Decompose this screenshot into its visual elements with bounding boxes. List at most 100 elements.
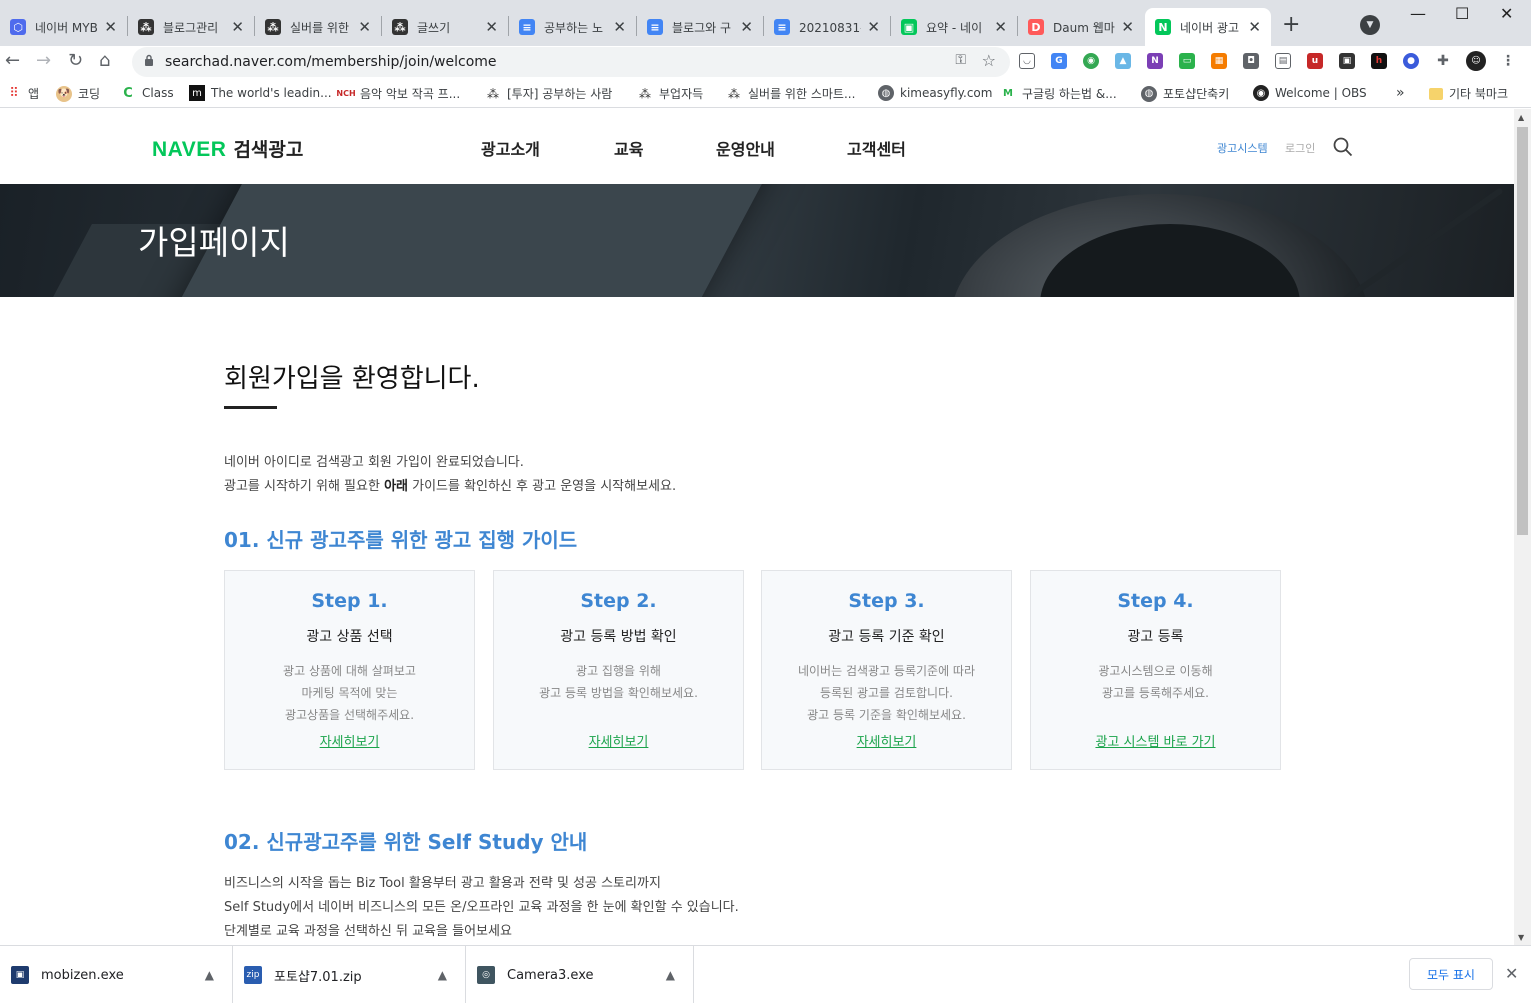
maximize-window-icon[interactable]: ☐ [1455,4,1469,23]
reload-icon[interactable]: ↻ [68,50,83,71]
google-translate-extension-icon[interactable]: G [1051,53,1067,69]
search-icon[interactable] [1333,137,1353,157]
other-bookmarks-folder[interactable]: 기타 북마크 [1429,85,1508,102]
url-text[interactable]: searchad.naver.com/membership/join/welco… [165,54,497,70]
ad-system-link[interactable]: 광고시스템 [1217,140,1268,156]
login-link[interactable]: 로그인 [1285,140,1315,156]
browser-tab[interactable]: ≡ 20210831온 ✕ [764,8,890,46]
nav-customer-center[interactable]: 고객센터 [847,136,906,160]
bookmark-item[interactable]: ◍ kimeasyfly.com [878,85,992,101]
bookmark-item[interactable]: ⁂ 부업자득 [637,85,703,102]
browser-tab[interactable]: ⬡ 네이버 MYB ✕ [0,8,127,46]
ublock-extension-icon[interactable]: u [1307,53,1323,69]
nav-ad-intro[interactable]: 광고소개 [481,136,540,160]
pocket-extension-icon[interactable]: ◡ [1019,53,1035,69]
home-icon[interactable]: ⌂ [99,50,110,71]
gray-square-extension-icon[interactable]: ◘ [1243,53,1259,69]
close-tab-icon[interactable]: ✕ [1121,18,1134,36]
profile-avatar[interactable]: ☺ [1466,51,1486,71]
step-2-details-link[interactable]: 자세히보기 [494,731,743,750]
nav-operation-guide[interactable]: 운영안내 [716,136,775,160]
bookmark-item[interactable]: ⁂ [투자] 공부하는 사람 [485,85,612,102]
close-tab-icon[interactable]: ✕ [485,18,498,36]
step-3-details-link[interactable]: 자세히보기 [762,731,1011,750]
close-tab-icon[interactable]: ✕ [231,18,244,36]
zip-icon: zip [244,966,262,984]
bookmark-item[interactable]: ⁂ 실버를 위한 스마트... [726,85,855,102]
close-tab-icon[interactable]: ✕ [994,18,1007,36]
password-key-icon[interactable]: ⚿ [955,52,966,68]
close-tab-icon[interactable]: ✕ [1248,18,1261,36]
bookmark-item[interactable]: ◍ 포토샵단축키 [1141,85,1229,102]
browser-tab[interactable]: ⁂ 블로그관리 ✕ [128,8,254,46]
bookmark-item[interactable]: ◉ Welcome | OBS [1253,85,1367,101]
step-number: Step 4. [1117,590,1194,612]
new-tab-plus-icon[interactable]: + [1282,12,1300,37]
close-tab-icon[interactable]: ✕ [740,18,753,36]
bookmark-item[interactable]: M 구글링 하는법 &... [1000,85,1117,102]
nch-logo-icon: NCH [336,89,356,98]
chrome-remote-extension-icon[interactable]: ◉ [1083,53,1099,69]
page-scrollbar[interactable]: ▲ ▼ [1514,109,1531,945]
browser-tab[interactable]: ≡ 공부하는 노 ✕ [509,8,636,46]
drive-extension-icon[interactable]: ▲ [1115,53,1131,69]
address-bar[interactable]: searchad.naver.com/membership/join/welco… [132,47,1010,77]
show-all-downloads-button[interactable]: 모두 표시 [1409,958,1493,990]
download-item[interactable]: ◎ Camera3.exe ▲ [466,946,694,1003]
step-1-details-link[interactable]: 자세히보기 [225,731,474,750]
browser-tab[interactable]: ▣ 요약 - 네이 ✕ [891,8,1017,46]
browser-tab[interactable]: ≡ 블로그와 구 ✕ [637,8,763,46]
close-tab-icon[interactable]: ✕ [867,18,880,36]
chevron-up-icon[interactable]: ▲ [205,968,214,982]
back-arrow-icon[interactable]: ← [5,50,20,71]
browser-tab-active[interactable]: N 네이버 광고 ✕ [1145,8,1271,46]
chrome-menu-icon[interactable]: ⋮ [1500,53,1516,69]
browser-tab[interactable]: D Daum 웹마 ✕ [1018,8,1144,46]
naver-logo-text: NAVER [152,138,227,161]
bookmark-item[interactable]: m The world's leadin... [189,85,332,101]
close-tab-icon[interactable]: ✕ [104,18,117,36]
red-h-extension-icon[interactable]: h [1371,53,1387,69]
close-download-shelf-icon[interactable]: ✕ [1505,964,1518,983]
download-item[interactable]: zip 포토샵7.01.zip ▲ [233,946,466,1003]
go-to-ad-system-link[interactable]: 광고 시스템 바로 가기 [1031,731,1280,750]
site-logo[interactable]: NAVER 검색광고 [152,135,303,162]
m-green-icon: M [1003,88,1013,99]
step-desc-line: 광고상품을 선택해주세요. [284,708,415,722]
onenote-extension-icon[interactable]: N [1147,53,1163,69]
section2-line3: 단계별로 교육 과정을 선택하신 뒤 교육을 들어보세요 [224,924,512,939]
orange-grid-extension-icon[interactable]: ▦ [1211,53,1227,69]
close-window-icon[interactable]: ✕ [1500,4,1513,23]
browser-tab[interactable]: ⁂ 실버를 위한 ✕ [255,8,381,46]
blue-circle-extension-icon[interactable]: ● [1403,53,1419,69]
dark-extension-icon[interactable]: ▣ [1339,53,1355,69]
green-extension-icon[interactable]: ▭ [1179,53,1195,69]
bookmark-item[interactable]: C Class [120,85,173,101]
chevron-up-icon[interactable]: ▲ [438,968,447,982]
step-desc-line: 등록된 광고를 검토합니다. [820,686,953,700]
download-item[interactable]: ▣ mobizen.exe ▲ [0,946,233,1003]
forward-arrow-icon[interactable]: → [36,50,51,71]
bookmark-item[interactable]: ⠿ 앱 [6,85,39,102]
close-tab-icon[interactable]: ✕ [613,18,626,36]
scroll-up-arrow-icon[interactable]: ▲ [1518,113,1524,122]
bookmark-item[interactable]: 🐶 코딩 [56,85,100,102]
chevron-up-icon[interactable]: ▲ [666,968,675,982]
bookmarks-overflow-chevron-icon[interactable]: » [1396,85,1405,101]
scroll-down-arrow-icon[interactable]: ▼ [1518,933,1524,942]
bookmark-star-icon[interactable]: ☆ [982,51,996,70]
window-extension-icon[interactable]: ▤ [1275,53,1291,69]
browser-tab[interactable]: ⁂ 글쓰기 ✕ [382,8,508,46]
minimize-window-icon[interactable]: — [1410,4,1426,23]
extensions-puzzle-icon[interactable]: ✚ [1435,53,1451,69]
bookmark-label: 부업자득 [659,87,704,101]
tab-title: 네이버 MYB [35,20,98,35]
tab-title: 블로그관리 [163,20,219,35]
step-desc-line: 광고시스템으로 이동해 [1098,664,1213,678]
scrollbar-thumb[interactable] [1517,127,1528,535]
tab-search-chevron-icon[interactable]: ▼ [1360,15,1380,35]
bookmark-item[interactable]: NCH 음악 악보 작곡 프... [336,85,460,102]
hero-title: 가입페이지 [138,223,290,262]
close-tab-icon[interactable]: ✕ [358,18,371,36]
nav-education[interactable]: 교육 [614,136,643,160]
